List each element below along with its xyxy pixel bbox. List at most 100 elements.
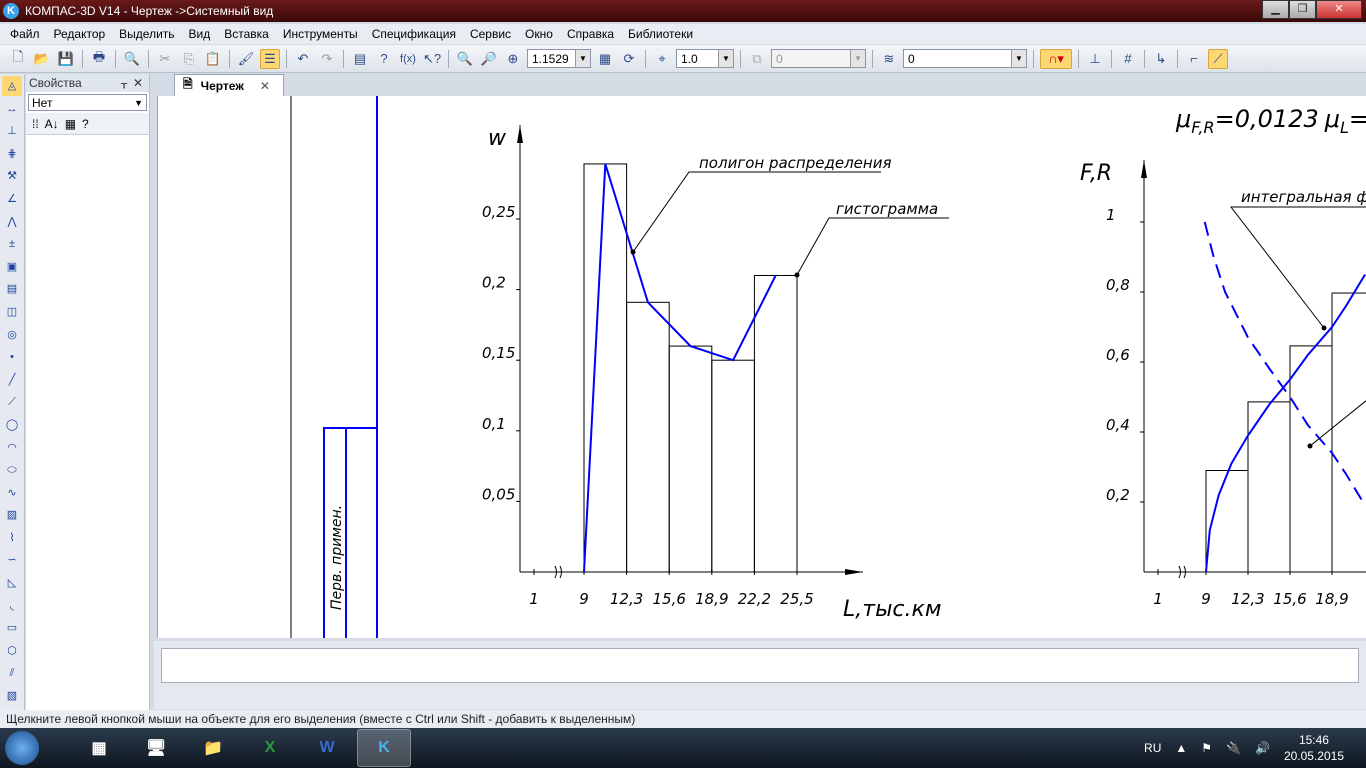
copy-icon[interactable]: ⎘ (179, 49, 199, 69)
properties-select[interactable]: Нет ▼ (28, 94, 147, 111)
new-file-icon[interactable]: 🗋 (8, 49, 28, 69)
word-icon[interactable]: W (300, 729, 354, 767)
point-tool-icon[interactable]: • (2, 347, 22, 367)
menu-help[interactable]: Справка (567, 27, 614, 41)
format-brush-icon[interactable]: 🖌 (236, 49, 256, 69)
menu-libraries[interactable]: Библиотеки (628, 27, 693, 41)
zoom-combo[interactable]: 1.1529 ▼ (527, 49, 591, 68)
sort-alpha-icon[interactable]: A↓ (45, 117, 59, 131)
menu-file[interactable]: Файл (10, 27, 40, 41)
cursor-step-icon[interactable]: ⌖ (652, 49, 672, 69)
fillet-tool-icon[interactable]: ◟ (2, 596, 22, 616)
save-icon[interactable]: 💾 (56, 49, 76, 69)
segment-tool-icon[interactable]: ⟋ (2, 392, 22, 412)
grid-icon[interactable]: # (1118, 49, 1138, 69)
zoom-dynamic-icon[interactable]: 🔎 (479, 49, 499, 69)
geometry-tool-icon[interactable]: ◬ (2, 76, 22, 96)
hatch-tool-icon[interactable]: ▨ (2, 505, 22, 525)
menu-tools[interactable]: Инструменты (283, 27, 358, 41)
pin-icon[interactable]: ᚁ (121, 76, 127, 90)
tab-drawing[interactable]: 🗎 Чертеж ✕ (174, 74, 284, 96)
zoom-window-icon[interactable]: 🔍 (455, 49, 475, 69)
manager-icon[interactable]: ▤ (350, 49, 370, 69)
sort-category-icon[interactable]: ⁞⁞ (32, 117, 39, 131)
report-tool-icon[interactable]: ▤ (2, 279, 22, 299)
bezier-tool-icon[interactable]: ∽ (2, 550, 22, 570)
measure-tool-icon[interactable]: ∠ (2, 189, 22, 209)
round-mode-icon[interactable]: ⌐ (1184, 49, 1204, 69)
pan-icon[interactable]: ▦ (595, 49, 615, 69)
paste-icon[interactable]: 📋 (203, 49, 223, 69)
command-input-area[interactable] (161, 648, 1359, 683)
local-cs-icon[interactable]: ↳ (1151, 49, 1171, 69)
redo-icon[interactable]: ↷ (317, 49, 337, 69)
help-pointer-icon[interactable]: ↖? (422, 49, 442, 69)
layer-combo[interactable]: 0 ▼ (903, 49, 1027, 68)
spec-tool-icon[interactable]: ▣ (2, 257, 22, 277)
menu-insert[interactable]: Вставка (224, 27, 269, 41)
undo-icon[interactable]: ↶ (293, 49, 313, 69)
zoom-in-icon[interactable]: ⊕ (503, 49, 523, 69)
circle-tool-icon[interactable]: ◯ (2, 415, 22, 435)
chevron-down-icon[interactable]: ▼ (134, 98, 143, 108)
angle-icon[interactable]: ⧉ (747, 49, 767, 69)
menu-view[interactable]: Вид (189, 27, 211, 41)
equidistant-tool-icon[interactable]: ⫽ (2, 663, 22, 683)
edit-tool-icon[interactable]: ⋕ (2, 144, 22, 164)
close-icon[interactable]: ✕ (133, 76, 143, 90)
chevron-down-icon[interactable]: ▼ (718, 50, 733, 67)
open-icon[interactable]: 📂 (32, 49, 52, 69)
menu-select[interactable]: Выделить (119, 27, 174, 41)
clock[interactable]: 15:46 20.05.2015 (1284, 732, 1344, 764)
close-tab-icon[interactable]: ✕ (260, 79, 270, 93)
menu-window[interactable]: Окно (525, 27, 553, 41)
calculator-icon[interactable]: ▦ (72, 729, 126, 767)
auxline-tool-icon[interactable]: ╱ (2, 370, 22, 390)
drawing-canvas[interactable]: Перв. примен. μF,R=0,0123μL=0, 0,050,10,… (157, 96, 1366, 638)
fill-tool-icon[interactable]: ▧ (2, 686, 22, 706)
explorer-icon[interactable]: 📁 (186, 729, 240, 767)
arc-tool-icon[interactable]: ◠ (2, 438, 22, 458)
ellipse-tool-icon[interactable]: ⬭ (2, 460, 22, 480)
preview-icon[interactable]: 🔍 (122, 49, 142, 69)
polygon-tool-icon[interactable]: ⬡ (2, 641, 22, 661)
properties-toggle-icon[interactable]: ☰ (260, 48, 280, 69)
select-tool-icon[interactable]: ⋀ (2, 212, 22, 232)
contour-tool-icon[interactable]: ⌇ (2, 528, 22, 548)
action-center-flag-icon[interactable]: ⚑ (1201, 741, 1212, 755)
rectangle-tool-icon[interactable]: ▭ (2, 618, 22, 638)
excel-icon[interactable]: X (243, 729, 297, 767)
layers-icon[interactable]: ≋ (879, 49, 899, 69)
insert-tool-icon[interactable]: ◫ (2, 302, 22, 322)
associative-tool-icon[interactable]: ± (2, 234, 22, 254)
parametric-mode-icon[interactable]: ⟋ (1208, 48, 1228, 69)
computer-icon[interactable]: 🖥 (129, 729, 183, 767)
chevron-down-icon[interactable]: ▼ (575, 50, 590, 67)
step-combo[interactable]: 1.0 ▼ (676, 49, 734, 68)
minimize-button[interactable]: ▁ (1262, 0, 1289, 19)
variables-icon[interactable]: ? (374, 49, 394, 69)
show-hidden-icons[interactable]: ▲ (1175, 741, 1187, 755)
snap-magnet-icon[interactable]: ∩▾ (1040, 48, 1072, 69)
start-button[interactable] (0, 728, 44, 768)
refresh-icon[interactable]: ⟳ (619, 49, 639, 69)
chamfer-tool-icon[interactable]: ◺ (2, 573, 22, 593)
kompas-taskbar-icon[interactable]: K (357, 729, 411, 767)
help-icon[interactable]: ? (82, 117, 89, 131)
close-button[interactable]: ✕ (1316, 0, 1362, 19)
volume-icon[interactable]: 🔊 (1255, 741, 1270, 755)
designation-tool-icon[interactable]: ⊥ (2, 121, 22, 141)
menu-service[interactable]: Сервис (470, 27, 511, 41)
print-icon[interactable]: 🖶 (89, 49, 109, 69)
fx-button[interactable]: f(x) (398, 49, 418, 69)
angle-combo[interactable]: 0 ▼ (771, 49, 866, 68)
menu-specification[interactable]: Спецификация (372, 27, 456, 41)
param-tool-icon[interactable]: ⚒ (2, 166, 22, 186)
maximize-button[interactable]: ❐ (1289, 0, 1316, 19)
language-indicator[interactable]: RU (1144, 741, 1161, 755)
ortho-icon[interactable]: ⊥ (1085, 49, 1105, 69)
power-icon[interactable]: 🔌 (1226, 741, 1241, 755)
menu-edit[interactable]: Редактор (54, 27, 106, 41)
fragment-tool-icon[interactable]: ◎ (2, 325, 22, 345)
cut-icon[interactable]: ✂ (155, 49, 175, 69)
